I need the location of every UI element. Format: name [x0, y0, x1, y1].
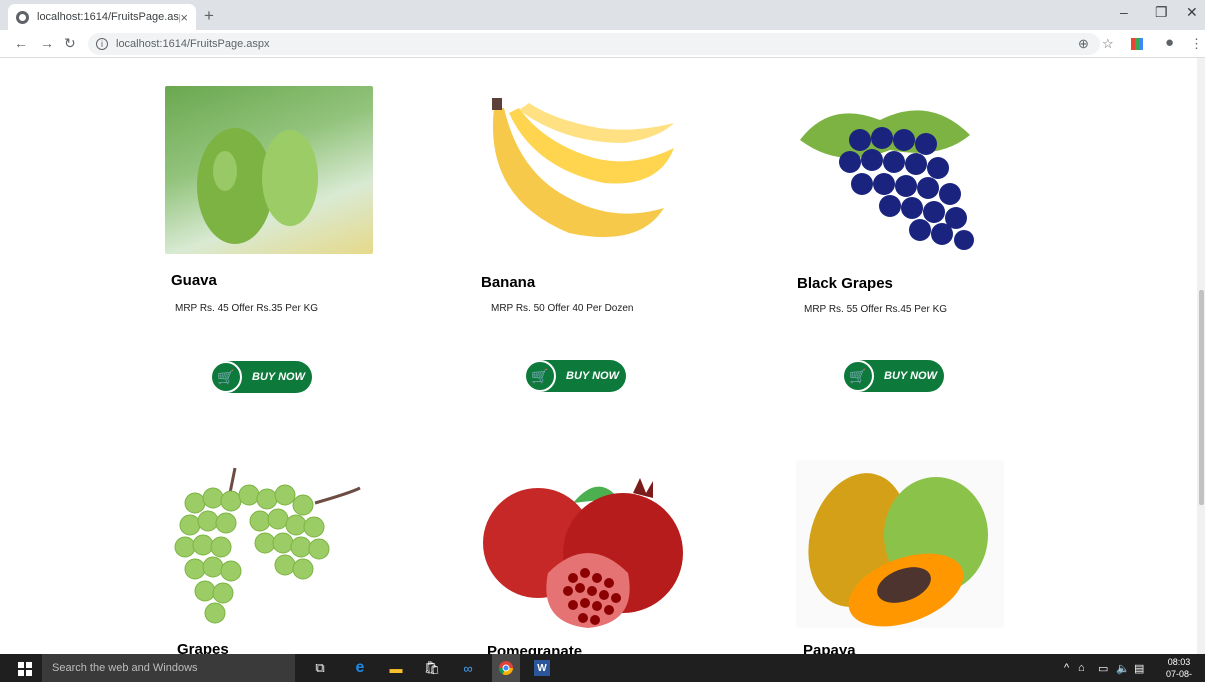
- taskbar-clock[interactable]: 08:03 07-08-2020: [1156, 656, 1202, 692]
- word-icon[interactable]: W: [534, 660, 550, 676]
- clock-date: 07-08-2020: [1165, 669, 1192, 691]
- battery-icon[interactable]: ▭: [1098, 662, 1108, 675]
- scrollbar-thumb[interactable]: [1199, 290, 1204, 505]
- volume-icon[interactable]: 🔈: [1116, 662, 1130, 675]
- buy-now-label: BUY NOW: [566, 370, 619, 382]
- windows-start-icon[interactable]: [18, 662, 32, 676]
- product-price: MRP Rs. 45 Offer Rs.35 Per KG: [175, 303, 319, 314]
- browser-toolbar: ← → ↻ i localhost:1614/FruitsPage.aspx ⊕…: [0, 30, 1205, 58]
- guava-image: [165, 86, 373, 254]
- banana-image: [474, 88, 682, 256]
- product-name: Guava: [171, 272, 217, 289]
- new-tab-button[interactable]: +: [204, 6, 214, 26]
- account-icon[interactable]: ●: [1165, 34, 1174, 51]
- zoom-icon[interactable]: ⊕: [1078, 36, 1089, 52]
- notifications-icon[interactable]: ▤: [1134, 662, 1144, 675]
- product-name: Papaya: [803, 642, 856, 654]
- cart-icon: 🛒: [524, 360, 556, 392]
- product-name: Black Grapes: [797, 275, 893, 292]
- product-name: Grapes: [177, 641, 229, 654]
- network-icon[interactable]: ⌂: [1078, 662, 1085, 674]
- menu-icon[interactable]: ⋮: [1190, 36, 1203, 52]
- black-grapes-image: [790, 90, 998, 258]
- minimize-button[interactable]: –: [1120, 4, 1128, 20]
- product-name: Pomegranate: [487, 643, 583, 654]
- buy-now-button[interactable]: 🛒 BUY NOW: [842, 360, 944, 392]
- url-text: localhost:1614/FruitsPage.aspx: [116, 38, 270, 50]
- product-price: MRP Rs. 55 Offer Rs.45 Per KG: [804, 304, 948, 315]
- app-icon[interactable]: ∞: [460, 660, 476, 676]
- pomegranate-image: [478, 463, 686, 631]
- task-view-icon[interactable]: ⧉: [312, 660, 328, 676]
- buy-now-label: BUY NOW: [252, 371, 305, 383]
- page-content: Guava MRP Rs. 45 Offer Rs.35 Per KG 🛒 BU…: [0, 58, 1197, 654]
- taskbar-search-placeholder: Search the web and Windows: [52, 662, 198, 674]
- cart-icon: 🛒: [210, 361, 242, 393]
- globe-icon: [16, 10, 29, 24]
- edge-icon[interactable]: e: [352, 659, 368, 676]
- tab-bar: localhost:1614/FruitsPage.aspx × + – ❐ ✕: [0, 0, 1205, 30]
- papaya-image: [796, 460, 1004, 628]
- extension-icon[interactable]: [1131, 38, 1143, 50]
- file-explorer-icon[interactable]: ▬: [388, 660, 404, 676]
- buy-now-button[interactable]: 🛒 BUY NOW: [210, 361, 312, 393]
- back-icon[interactable]: ←: [14, 35, 28, 51]
- clock-time: 08:03: [1167, 657, 1191, 667]
- reload-icon[interactable]: ↻: [64, 35, 76, 52]
- windows-taskbar: Search the web and Windows ⧉ e ▬ 🛍 ∞ W ^…: [0, 654, 1205, 691]
- product-price: MRP Rs. 50 Offer 40 Per Dozen: [491, 303, 634, 314]
- tab-title: localhost:1614/FruitsPage.aspx: [37, 11, 181, 23]
- buy-now-label: BUY NOW: [884, 370, 937, 382]
- info-icon[interactable]: i: [96, 38, 108, 50]
- restore-button[interactable]: ❐: [1155, 4, 1168, 21]
- cart-icon: 🛒: [842, 360, 874, 392]
- show-hidden-icons[interactable]: ^: [1064, 662, 1069, 674]
- forward-icon[interactable]: →: [40, 35, 54, 51]
- bookmark-star-icon[interactable]: ☆: [1102, 36, 1114, 52]
- address-bar[interactable]: i localhost:1614/FruitsPage.aspx: [88, 33, 1100, 55]
- chrome-icon[interactable]: [498, 660, 514, 676]
- close-window-button[interactable]: ✕: [1186, 4, 1198, 21]
- grapes-image: [165, 463, 373, 631]
- taskbar-search-box[interactable]: Search the web and Windows: [42, 654, 295, 682]
- tab-close-button[interactable]: ×: [180, 10, 188, 25]
- product-name: Banana: [481, 274, 536, 291]
- buy-now-button[interactable]: 🛒 BUY NOW: [524, 360, 626, 392]
- store-icon[interactable]: 🛍: [424, 660, 441, 676]
- browser-tab[interactable]: localhost:1614/FruitsPage.aspx ×: [8, 4, 196, 30]
